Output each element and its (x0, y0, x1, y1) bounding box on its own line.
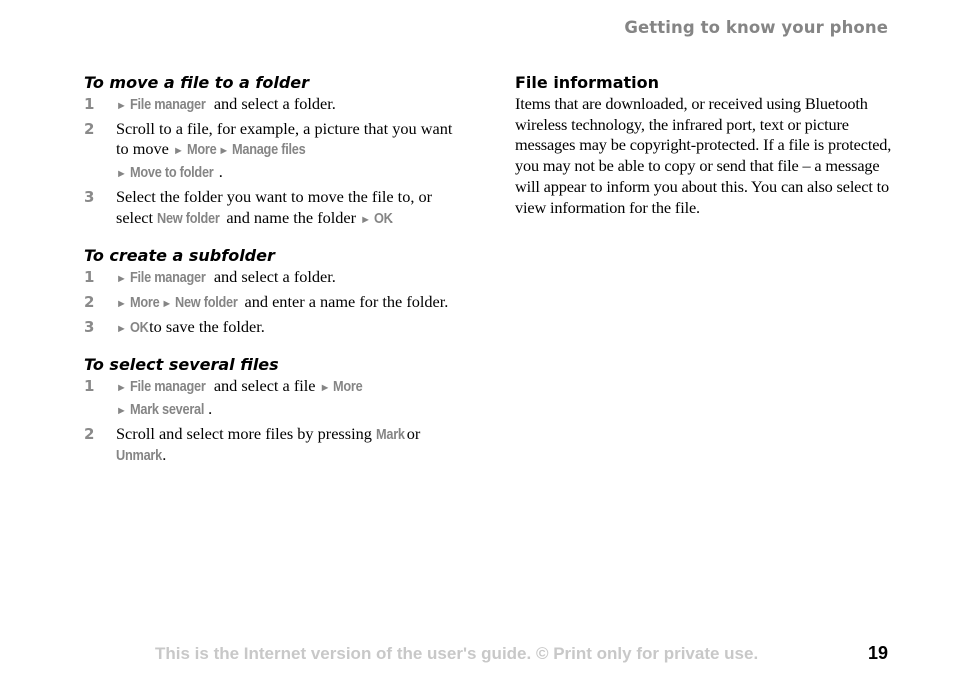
footer-notice: This is the Internet version of the user… (155, 644, 759, 663)
menu-keyword: More (186, 142, 217, 159)
step-text-run: . (162, 445, 167, 465)
menu-keyword: Move to folder (129, 165, 214, 182)
step-text-run: and select a folder. (209, 267, 336, 287)
step-item: 3 ► OK to save the folder. (84, 317, 464, 340)
step-list: 1 ► File manager and select a file ► More ► M… (84, 376, 464, 467)
menu-keyword: More (333, 379, 363, 396)
step-number: 1 (84, 95, 95, 113)
arrow-right-icon: ► (116, 322, 127, 335)
step-text: ► OK to save the folder. (116, 317, 464, 340)
arrow-right-icon: ► (116, 297, 127, 310)
section-title: To select several files (84, 355, 279, 375)
menu-keyword: File manager (129, 97, 206, 113)
arrow-right-icon: ► (360, 213, 372, 226)
step-item: 3 Select the folder you want to move the … (84, 187, 464, 230)
menu-keyword: OK (129, 319, 149, 336)
menu-keyword: File manager (129, 379, 206, 396)
arrow-right-icon: ► (172, 145, 184, 158)
arrow-right-icon: ► (116, 100, 127, 112)
page-number: 19 (867, 643, 888, 663)
step-number: 3 (84, 187, 95, 206)
arrow-right-icon: ► (116, 382, 127, 395)
arrow-right-icon: ► (116, 405, 127, 418)
section-create-subfolder: To create a subfolder 1 ► File manager and… (84, 245, 464, 339)
step-text-run: and select a folder. (209, 94, 336, 113)
section-title-file-information: File information (515, 73, 660, 92)
step-text: ► More ► New folder and enter a name for t… (116, 292, 464, 315)
step-text: Scroll to a file, for example, a picture… (116, 119, 464, 185)
step-text: ► File manager and select a file ► More ► Ma… (116, 376, 464, 421)
menu-keyword: OK (374, 210, 393, 227)
step-text-run: or (402, 423, 421, 443)
menu-keyword: More (129, 294, 160, 311)
right-column: File information Items that are download… (515, 72, 895, 218)
section-title: To move a file to a folder (84, 73, 310, 92)
menu-keyword: Mark several (129, 402, 205, 419)
menu-keyword: Mark (375, 426, 405, 443)
step-number: 1 (84, 377, 95, 396)
file-information-body: Items that are downloaded, or received u… (515, 94, 892, 217)
step-list: 1 ► File manager and select a folder. 2 ► Mor… (84, 267, 464, 339)
menu-keyword: Unmark (116, 448, 162, 465)
arrow-right-icon: ► (218, 145, 230, 158)
step-number: 2 (84, 119, 95, 138)
arrow-right-icon: ► (116, 273, 127, 286)
step-item: 2 Scroll to a file, for example, a pictur… (84, 119, 464, 185)
step-text: ► File manager and select a folder. (116, 94, 464, 117)
step-item: 2 Scroll and select more files by pressin… (84, 424, 464, 467)
step-text: Scroll and select more files by pressing… (116, 424, 464, 467)
step-number: 2 (84, 424, 95, 443)
step-list: 1 ► File manager and select a folder. 2 Scro… (84, 94, 464, 230)
menu-keyword: Manage files (232, 142, 306, 159)
menu-keyword: New folder (175, 294, 238, 311)
section-select-files: To select several files 1 ► File manager a… (84, 354, 464, 467)
step-text-run: Scroll and select more files by pressing (116, 423, 376, 443)
arrow-right-icon: ► (161, 297, 173, 310)
step-text-run: and enter a name for the folder. (240, 291, 449, 311)
arrow-right-icon: ► (116, 168, 127, 181)
step-text-run: to save the folder. (145, 316, 265, 336)
step-number: 3 (84, 317, 95, 336)
step-text-run: and name the folder (222, 207, 361, 227)
section-title: To create a subfolder (84, 246, 275, 266)
menu-keyword: New folder (157, 210, 220, 227)
step-number: 1 (84, 268, 95, 287)
step-item: 2 ► More ► New folder and enter a name for … (84, 292, 464, 315)
step-text-run: and select a file (209, 376, 320, 396)
arrow-right-icon: ► (319, 382, 331, 395)
step-text-run: . (218, 162, 223, 182)
step-item: 1 ► File manager and select a folder. (84, 267, 464, 290)
step-text-run: . (208, 399, 213, 419)
step-item: 1 ► File manager and select a file ► More ► M… (84, 376, 464, 421)
step-text: Select the folder you want to move the f… (116, 187, 464, 230)
left-column: To move a file to a folder 1 ► File manage… (84, 72, 464, 482)
chapter-header: Getting to know your phone (624, 18, 888, 37)
step-item: 1 ► File manager and select a folder. (84, 94, 464, 117)
step-number: 2 (84, 292, 95, 311)
step-text: ► File manager and select a folder. (116, 267, 464, 290)
menu-keyword: File manager (129, 270, 206, 287)
section-move-file: To move a file to a folder 1 ► File manage… (84, 72, 464, 230)
